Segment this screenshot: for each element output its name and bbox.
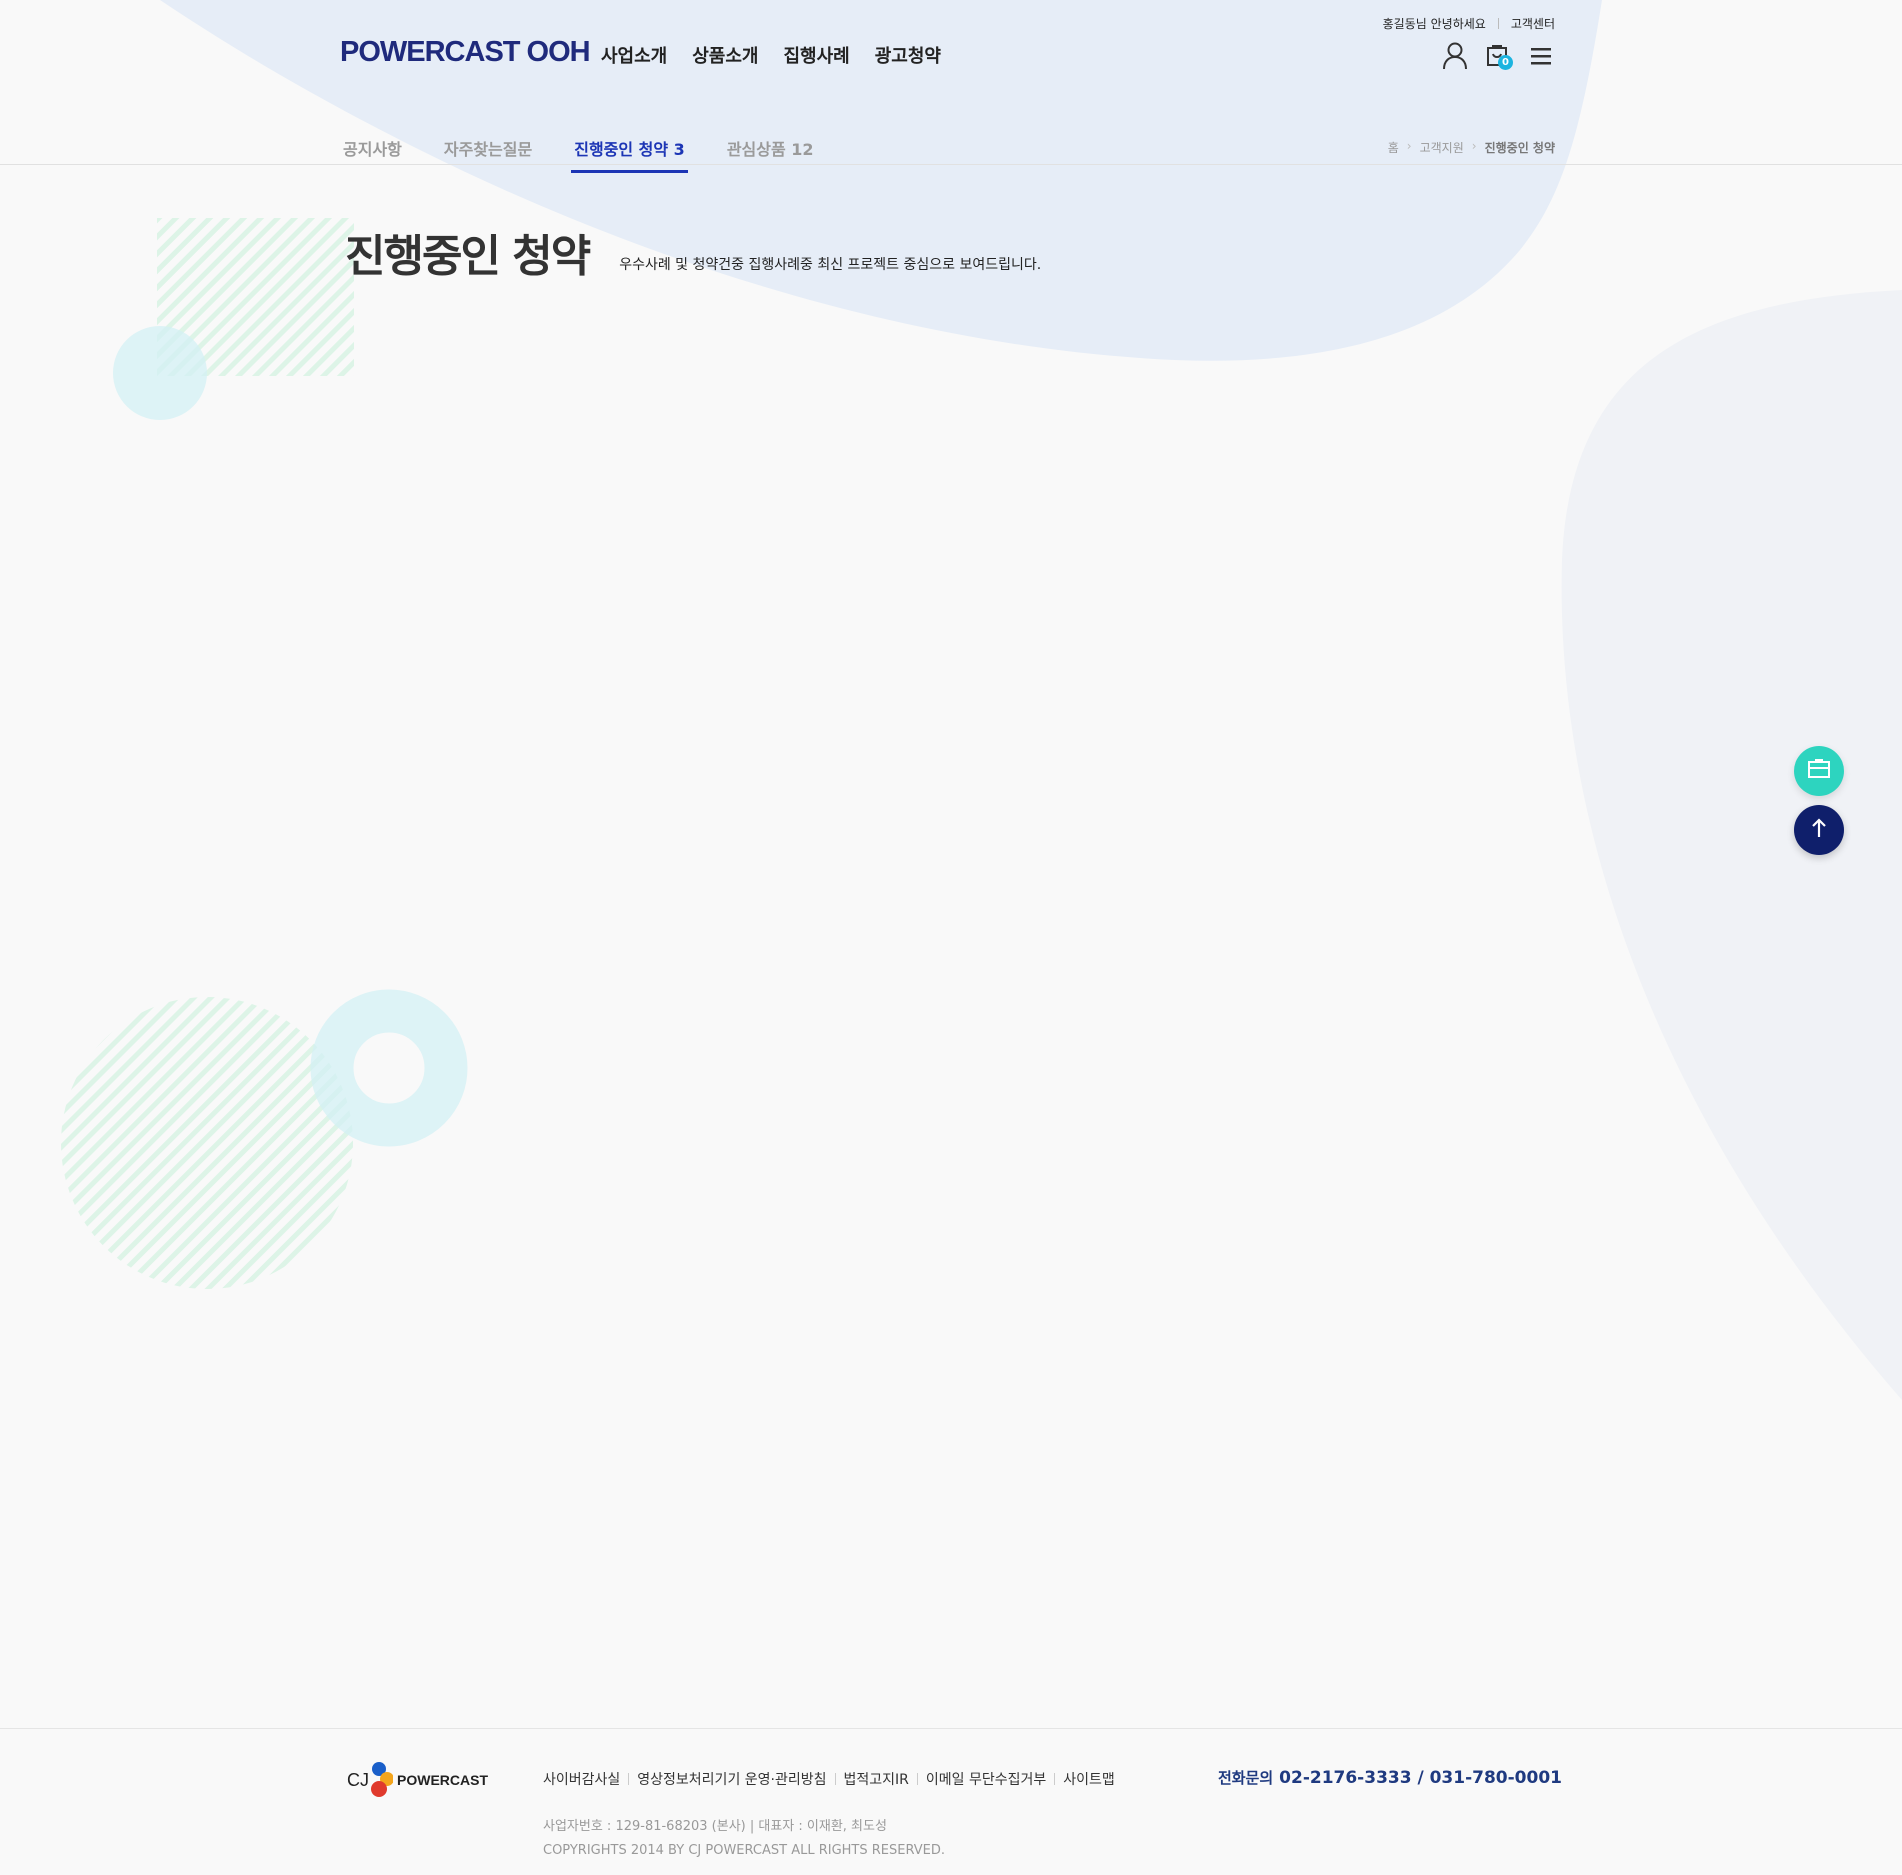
footer-link-email-refusal[interactable]: 이메일 무단수집거부 (926, 1769, 1046, 1789)
chevron-right-icon: › (1406, 139, 1412, 153)
divider (1497, 18, 1499, 29)
cart-count-badge: 0 (1498, 55, 1513, 70)
page-description: 우수사례 및 청약건중 집행사례중 최신 프로젝트 중심으로 보여드립니다. (619, 257, 1042, 273)
nav-item-subscription[interactable]: 광고청약 (875, 42, 941, 68)
divider (834, 1773, 836, 1785)
breadcrumb-support[interactable]: 고객지원 (1420, 139, 1464, 156)
cj-wordmark: CJ (347, 1769, 369, 1790)
breadcrumb-current: 진행중인 청약 (1484, 141, 1555, 155)
scroll-top-button[interactable] (1794, 805, 1844, 855)
cyan-dot (113, 326, 207, 420)
divider (628, 1773, 630, 1785)
cart-icon[interactable]: 0 (1483, 41, 1513, 71)
phone-contact: 전화문의 02-2176-3333 / 031-780-0001 (1218, 1767, 1562, 1788)
user-icon[interactable] (1440, 41, 1470, 71)
arrow-up-icon (1811, 818, 1827, 842)
footer-link-sitemap[interactable]: 사이트맵 (1063, 1769, 1115, 1789)
divider (916, 1773, 918, 1785)
tab-favorites[interactable]: 관심상품 12 (724, 136, 817, 160)
phone-label: 전화문의 (1217, 1769, 1274, 1787)
sub-nav: 공지사항 자주찾는질문 진행중인 청약 3 관심상품 12 홈 › 고객지원 ›… (0, 122, 1902, 173)
stripe-circle (61, 997, 353, 1289)
footer-link-cctv-policy[interactable]: 영상정보처리기기 운영·관리방침 (637, 1769, 826, 1789)
nav-item-cases[interactable]: 집행사례 (784, 42, 850, 68)
business-info: 사업자번호 : 129-81-68203 (본사) | 대표자 : 이재환, 최… (543, 1819, 887, 1834)
site-logo[interactable]: POWERCAST OOH (340, 36, 591, 69)
footer: CJ POWERCAST 사이버감사실 영상정보처리기기 운영·관리방침 법적고… (0, 1728, 1902, 1875)
tab-ongoing-subscriptions[interactable]: 진행중인 청약 3 (571, 136, 688, 173)
phone-numbers: 02-2176-3333 / 031-780-0001 (1279, 1768, 1562, 1788)
customer-center-link[interactable]: 고객센터 (1511, 15, 1555, 32)
tab-notice[interactable]: 공지사항 (340, 136, 405, 160)
breadcrumb: 홈 › 고객지원 › 진행중인 청약 (1388, 139, 1555, 156)
main-nav: 사업소개 상품소개 집행사례 광고청약 (601, 42, 966, 68)
right-blob (1561, 290, 1902, 1400)
cj-powercast-logo[interactable]: CJ POWERCAST (347, 1759, 488, 1801)
copyright: COPYRIGHTS 2014 BY CJ POWERCAST ALL RIGH… (543, 1843, 946, 1858)
footer-link-audit[interactable]: 사이버감사실 (543, 1769, 620, 1789)
breadcrumb-home[interactable]: 홈 (1388, 139, 1399, 156)
chevron-right-icon: › (1471, 139, 1477, 153)
nav-item-business[interactable]: 사업소개 (601, 42, 667, 68)
cj-mark-icon (371, 1762, 393, 1797)
nav-item-products[interactable]: 상품소개 (692, 42, 758, 68)
tab-faq[interactable]: 자주찾는질문 (441, 136, 535, 160)
divider (1054, 1773, 1056, 1785)
page-header: 진행중인 청약 우수사례 및 청약건중 집행사례중 최신 프로젝트 중심으로 보… (345, 220, 1041, 284)
document-button[interactable] (1794, 746, 1844, 796)
page-title: 진행중인 청약 (345, 231, 591, 282)
header-icons: 0 (1440, 41, 1569, 71)
company-info: 사업자번호 : 129-81-68203 (본사) | 대표자 : 이재환, 최… (543, 1815, 945, 1863)
user-greeting: 홍길동님 안녕하세요 (1382, 17, 1486, 31)
cyan-ring (310, 989, 468, 1147)
footer-links: 사이버감사실 영상정보처리기기 운영·관리방침 법적고지IR 이메일 무단수집거… (543, 1769, 1115, 1789)
tab-list: 공지사항 자주찾는질문 진행중인 청약 3 관심상품 12 (340, 136, 853, 173)
footer-link-legal[interactable]: 법적고지IR (844, 1769, 909, 1789)
utility-bar: 홍길동님 안녕하세요 고객센터 (1383, 15, 1555, 32)
document-icon (1808, 759, 1830, 783)
menu-icon[interactable] (1526, 41, 1556, 71)
powercast-wordmark: POWERCAST (397, 1772, 488, 1788)
